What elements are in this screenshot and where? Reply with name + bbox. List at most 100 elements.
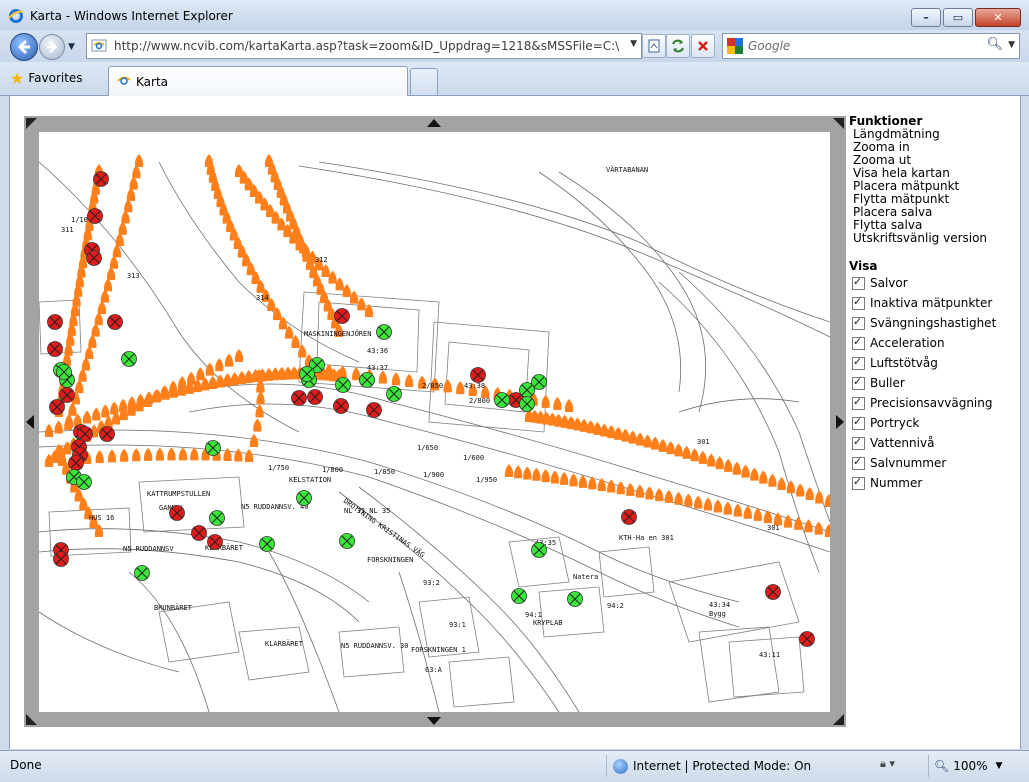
salva-marker[interactable] [196,367,205,381]
resize-corner-tr-icon[interactable] [832,118,844,130]
salva-marker[interactable] [103,278,113,292]
salva-marker[interactable] [115,233,124,247]
salva-marker[interactable] [121,210,130,224]
salva-marker[interactable] [553,396,562,410]
inactive-measurement-point[interactable] [87,208,103,224]
inactive-measurement-point[interactable] [191,525,207,541]
salva-marker[interactable] [215,358,224,372]
salva-marker[interactable] [698,450,708,464]
salva-marker[interactable] [723,501,732,515]
salva-marker[interactable] [532,467,541,481]
salva-marker[interactable] [94,312,103,326]
inactive-measurement-point[interactable] [59,387,75,403]
salva-marker[interactable] [82,410,92,424]
salva-marker[interactable] [223,448,232,462]
active-measurement-point[interactable] [259,536,275,552]
salva-marker[interactable] [126,187,136,201]
checkbox-inaktiva-matpunkter[interactable]: Inaktiva mätpunkter [852,293,1019,313]
inactive-measurement-point[interactable] [47,314,63,330]
salva-marker[interactable] [814,521,823,535]
salva-marker[interactable] [92,407,101,421]
active-measurement-point[interactable] [519,396,535,412]
salva-marker[interactable] [626,482,635,496]
salva-marker[interactable] [645,486,654,500]
checkbox-nummer[interactable]: Nummer [852,473,1019,493]
salva-marker[interactable] [693,495,703,509]
zoom-level-button[interactable]: 🔍︎ 100% ▼ [928,755,1002,777]
salva-marker[interactable] [349,290,359,304]
salva-marker[interactable] [68,402,77,416]
search-dropdown-icon[interactable]: ▼ [1008,40,1015,50]
salva-marker[interactable] [64,414,74,427]
pan-left-icon[interactable] [25,414,35,430]
active-measurement-point[interactable] [299,366,315,382]
forward-button[interactable] [39,34,65,60]
compatibility-view-button[interactable] [642,34,666,58]
salva-marker[interactable] [504,464,514,477]
salva-marker[interactable] [75,380,84,394]
salva-marker[interactable] [85,346,94,360]
salva-marker[interactable] [178,447,188,461]
minimize-button[interactable]: – [911,8,941,27]
inactive-measurement-point[interactable] [99,426,115,442]
salva-marker[interactable] [118,221,127,235]
salva-marker[interactable] [724,458,733,472]
checkbox-icon[interactable] [852,335,865,350]
salva-marker[interactable] [715,456,724,470]
salva-marker[interactable] [607,479,616,493]
salva-marker[interactable] [703,497,713,511]
inactive-measurement-point[interactable] [86,250,102,266]
salva-marker[interactable] [763,510,773,524]
inactive-measurement-point[interactable] [53,551,69,567]
salva-marker[interactable] [541,394,550,408]
search-box[interactable]: Google 🔍︎ ▼ [722,33,1020,59]
back-button[interactable] [10,33,38,61]
salva-marker[interactable] [578,474,588,488]
salva-marker[interactable] [132,165,141,179]
salva-marker[interactable] [249,434,259,447]
checkbox-icon[interactable] [852,375,865,390]
resize-corner-br-icon[interactable] [832,713,844,725]
salva-marker[interactable] [97,300,107,314]
salva-marker[interactable] [643,434,652,448]
active-measurement-point[interactable] [56,364,72,380]
salva-marker[interactable] [815,490,824,504]
checkbox-svangningshastighet[interactable]: Svängningshastighet [852,313,1019,333]
checkbox-icon[interactable] [852,415,865,430]
salva-marker[interactable] [81,357,91,371]
checkbox-icon[interactable] [852,475,865,490]
address-url[interactable]: http://www.ncvib.com/kartaKarta.asp?task… [114,39,619,53]
active-measurement-point[interactable] [376,324,392,340]
salva-marker[interactable] [750,467,759,481]
salva-marker[interactable] [804,519,813,533]
address-dropdown-icon[interactable]: ▼ [630,39,637,49]
salva-marker[interactable] [616,481,625,495]
active-measurement-point[interactable] [531,542,547,558]
salva-marker[interactable] [674,491,683,505]
salva-marker[interactable] [391,372,401,386]
recent-pages-dropdown[interactable]: ▼ [68,42,75,52]
inactive-measurement-point[interactable] [333,398,349,414]
salva-marker[interactable] [208,375,217,389]
salva-marker[interactable] [733,503,742,517]
salva-marker[interactable] [351,367,361,381]
salva-marker[interactable] [794,516,803,530]
salva-marker[interactable] [91,323,100,337]
salva-marker[interactable] [635,484,645,498]
checkbox-icon[interactable] [852,395,865,410]
checkbox-luftstotvag[interactable]: Luftstötvåg [852,353,1019,373]
salva-marker[interactable] [256,391,265,405]
salva-marker[interactable] [44,424,54,437]
inactive-measurement-point[interactable] [307,389,323,405]
salva-marker[interactable] [255,404,264,418]
salva-marker[interactable] [768,473,777,487]
salva-marker[interactable] [666,441,675,455]
inactive-measurement-point[interactable] [207,534,223,550]
salva-marker[interactable] [378,370,388,384]
salva-marker[interactable] [160,385,169,399]
active-measurement-point[interactable] [359,372,375,388]
salva-marker[interactable] [513,465,523,479]
resize-corner-bl-icon[interactable] [26,713,38,725]
salva-marker[interactable] [100,289,110,303]
active-measurement-point[interactable] [567,591,583,607]
